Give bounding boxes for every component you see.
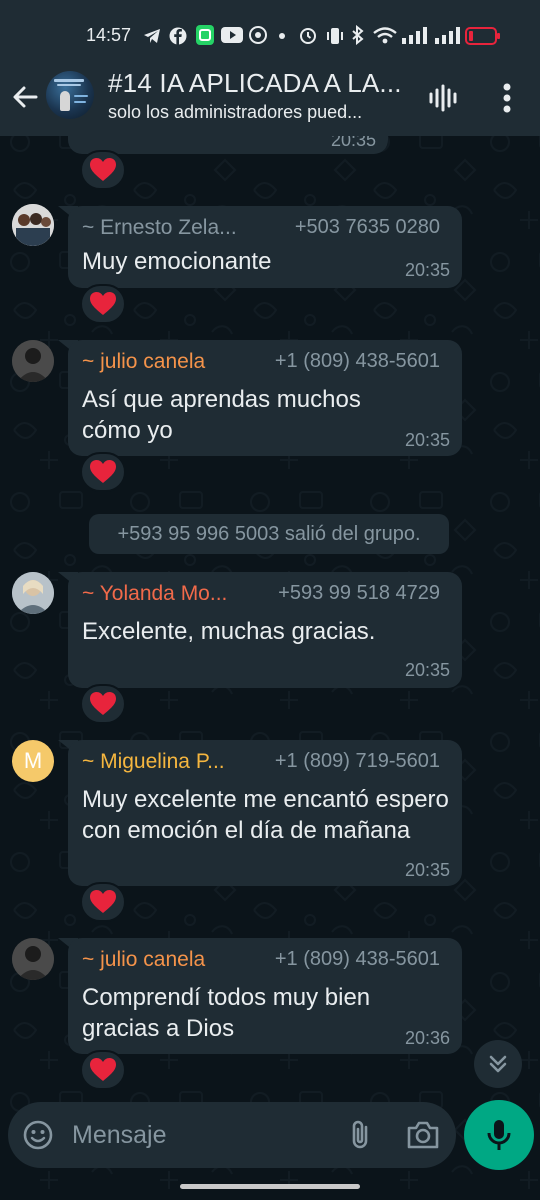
emoji-icon[interactable] — [22, 1119, 54, 1151]
attach-icon[interactable] — [344, 1118, 378, 1152]
heart-icon — [90, 1058, 116, 1081]
facebook-icon — [169, 27, 187, 45]
wifi-icon — [373, 27, 397, 44]
message-time: 20:35 — [404, 860, 450, 880]
reaction-heart[interactable] — [80, 684, 126, 724]
sender-name[interactable]: ~ julio canela — [82, 948, 205, 972]
sender-name[interactable]: ~ Ernesto Zela... — [82, 216, 237, 240]
back-arrow-icon[interactable] — [8, 80, 42, 114]
youtube-icon — [221, 27, 243, 43]
sender-phone: +503 7635 0280 — [294, 216, 440, 238]
avatar-letter: M — [23, 748, 43, 773]
message-list[interactable]: 20:35 ~ Ernesto Zela... +503 7635 0280 M… — [0, 136, 540, 1100]
message-text: Comprendí todos muy bien gracias a Dios — [82, 984, 371, 1042]
avatar[interactable] — [12, 340, 54, 382]
group-title[interactable]: #14 IA APLICADA A LA... — [108, 68, 408, 99]
reaction-heart[interactable] — [80, 1050, 126, 1090]
heart-icon — [90, 460, 116, 483]
message-text: Muy emocionante — [82, 248, 272, 275]
dot-icon — [279, 33, 285, 39]
message-composer — [8, 1102, 456, 1168]
message-time: 20:36 — [404, 1028, 450, 1048]
message-bubble[interactable]: ~ Ernesto Zela... +503 7635 0280 Muy emo… — [68, 206, 462, 288]
status-time: 14:57 — [86, 25, 132, 45]
double-chevron-down-icon — [489, 1055, 507, 1073]
telegram-icon — [144, 29, 160, 43]
group-avatar[interactable] — [46, 71, 94, 119]
sender-name[interactable]: ~ Miguelina P... — [82, 750, 225, 774]
home-indicator[interactable] — [180, 1184, 360, 1189]
signal-icon — [435, 27, 460, 44]
message-input[interactable] — [72, 1112, 322, 1158]
battery-low-icon — [465, 27, 500, 45]
reaction-heart[interactable] — [80, 452, 126, 492]
reaction-heart[interactable] — [80, 150, 126, 190]
app-icon — [196, 25, 214, 45]
voice-chat-icon[interactable] — [426, 80, 462, 116]
sender-phone: +1 (809) 438-5601 — [274, 350, 440, 372]
group-subtitle[interactable]: solo los administradores pued... — [108, 102, 408, 123]
message-bubble[interactable]: ~ julio canela +1 (809) 438-5601 Compren… — [68, 938, 462, 1054]
message-bubble[interactable]: ~ Yolanda Mo... +593 99 518 4729 Excelen… — [68, 572, 462, 688]
sender-phone: +1 (809) 719-5601 — [274, 750, 440, 772]
message-time: 20:35 — [330, 136, 376, 150]
message-time: 20:35 — [404, 260, 450, 280]
message-text: Excelente, muchas gracias. — [82, 618, 376, 645]
avatar[interactable] — [12, 204, 54, 246]
avatar[interactable] — [12, 572, 54, 614]
message-text: Así que aprendas muchos cómo yo — [82, 386, 361, 444]
sender-name[interactable]: ~ julio canela — [82, 350, 205, 374]
avatar[interactable]: M — [12, 740, 54, 782]
message-time: 20:35 — [404, 660, 450, 680]
bluetooth-icon — [352, 25, 364, 45]
avatar[interactable] — [12, 938, 54, 980]
sender-name[interactable]: ~ Yolanda Mo... — [82, 582, 227, 606]
scroll-to-bottom-button[interactable] — [474, 1040, 522, 1088]
status-icons — [143, 24, 503, 48]
sender-phone: +1 (809) 438-5601 — [274, 948, 440, 970]
heart-icon — [90, 890, 116, 913]
signal-icon — [402, 27, 427, 44]
heart-icon — [90, 158, 116, 181]
previous-message-bubble[interactable]: 20:35 — [68, 136, 388, 154]
chat-header: #14 IA APLICADA A LA... solo los adminis… — [0, 68, 540, 136]
system-message: +593 95 996 5003 salió del grupo. — [89, 514, 449, 554]
camera-icon[interactable] — [406, 1119, 440, 1151]
microphone-icon — [487, 1120, 511, 1150]
message-text: Muy excelente me encantó espero con emoc… — [82, 786, 449, 844]
reaction-heart[interactable] — [80, 284, 126, 324]
chrome-icon — [249, 26, 267, 44]
heart-icon — [90, 292, 116, 315]
voice-message-button[interactable] — [464, 1100, 534, 1170]
heart-icon — [90, 692, 116, 715]
alarm-icon — [300, 28, 316, 44]
message-bubble[interactable]: ~ julio canela +1 (809) 438-5601 Así que… — [68, 340, 462, 456]
vibrate-icon — [327, 28, 343, 44]
more-options-icon[interactable] — [492, 80, 522, 116]
status-bar: 14:57 — [0, 0, 540, 68]
message-bubble[interactable]: ~ Miguelina P... +1 (809) 719-5601 Muy e… — [68, 740, 462, 886]
sender-phone: +593 99 518 4729 — [278, 582, 440, 604]
reaction-heart[interactable] — [80, 882, 126, 922]
message-time: 20:35 — [404, 430, 450, 450]
